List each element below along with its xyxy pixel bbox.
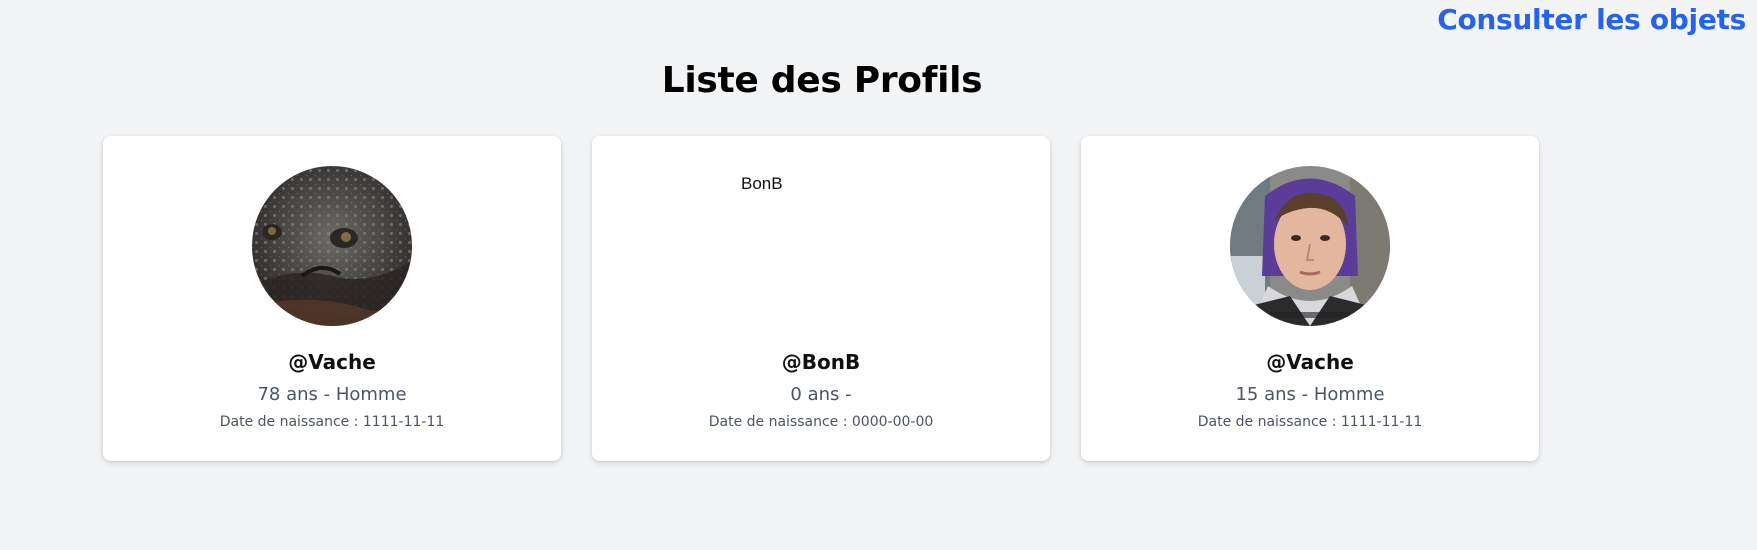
profile-birthdate: Date de naissance : 0000-00-00 <box>708 414 934 430</box>
profile-card[interactable]: @Vache 78 ans - Homme Date de naissance … <box>103 136 561 461</box>
profile-age-sex: 78 ans - Homme <box>257 384 407 405</box>
profile-avatar-broken: BonB <box>741 166 901 326</box>
profile-avatar <box>252 166 412 326</box>
profile-username: @Vache <box>1266 350 1354 374</box>
profile-username: @BonB <box>781 350 861 374</box>
broken-image-alt-text: BonB <box>741 174 783 193</box>
page-title: Liste des Profils <box>661 60 983 101</box>
profile-birthdate: Date de naissance : 1111-11-11 <box>219 414 445 430</box>
toad-photo-icon <box>252 166 412 326</box>
profile-card[interactable]: @Vache 15 ans - Homme Date de naissance … <box>1081 136 1539 461</box>
profile-avatar <box>1230 166 1390 326</box>
profile-age-sex: 15 ans - Homme <box>1235 384 1385 405</box>
profile-username: @Vache <box>288 350 376 374</box>
consulter-objets-link[interactable]: Consulter les objets <box>1437 3 1746 36</box>
profile-list: @Vache 78 ans - Homme Date de naissance … <box>103 136 1539 461</box>
profile-card[interactable]: BonB @BonB 0 ans - Date de naissance : 0… <box>592 136 1050 461</box>
profile-age-sex: 0 ans - <box>790 384 852 405</box>
person-photo-icon <box>1230 166 1390 326</box>
profile-birthdate: Date de naissance : 1111-11-11 <box>1197 414 1423 430</box>
